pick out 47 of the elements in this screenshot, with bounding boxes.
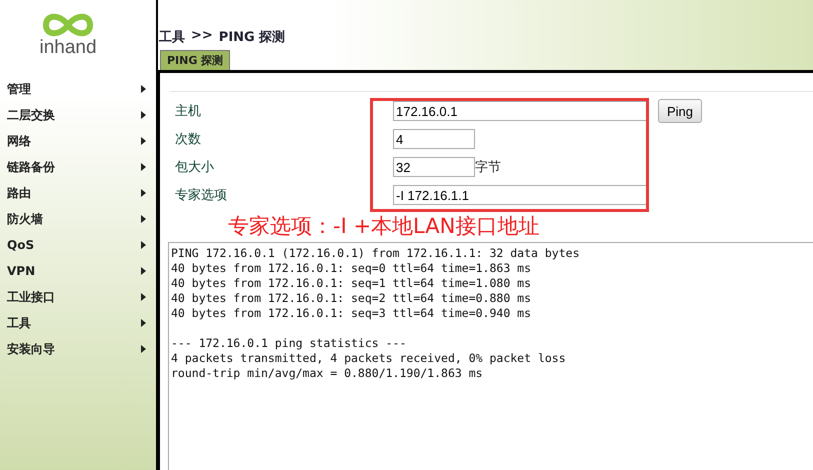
sidebar-item[interactable]: 网络 [0, 128, 156, 154]
breadcrumb-page: PING 探测 [218, 29, 286, 46]
input-field[interactable]: 172.16.0.1 [393, 101, 648, 121]
arrow-right-icon [141, 345, 146, 353]
field-label: 包大小 [175, 159, 215, 176]
input-field[interactable]: -I 172.16.1.1 [393, 185, 648, 205]
sidebar-item[interactable]: 工业接口 [0, 284, 156, 310]
arrow-right-icon [141, 111, 146, 119]
logo-text: inhand [39, 38, 97, 58]
output-line: 40 bytes from 172.16.0.1: seq=0 ttl=64 time=1.863 ms [171, 261, 532, 276]
arrow-right-icon [141, 137, 146, 145]
output-line: PING 172.16.0.1 (172.16.0.1) from 172.16.1.1: 32 data bytes [171, 246, 580, 261]
logo-icon [40, 12, 96, 38]
sidebar-item[interactable]: 安装向导 [0, 336, 156, 362]
arrow-right-icon [141, 163, 146, 171]
sidebar-item[interactable]: 防火墙 [0, 206, 156, 232]
unit-label: 字节 [475, 159, 501, 176]
input-field[interactable]: 4 [393, 129, 475, 149]
arrow-right-icon [141, 319, 146, 327]
arrow-right-icon [141, 267, 146, 275]
field-label: 专家选项 [175, 187, 228, 204]
output-line: round-trip min/avg/max = 0.880/1.190/1.863 ms [171, 366, 484, 381]
output-line: --- 172.16.0.1 ping statistics --- [171, 336, 408, 351]
ping-button[interactable]: Ping [658, 99, 702, 123]
input-field[interactable]: 32 [393, 157, 475, 177]
output-line: 40 bytes from 172.16.0.1: seq=2 ttl=64 time=0.880 ms [171, 291, 532, 306]
sidebar-item[interactable]: 路由 [0, 180, 156, 206]
output-line: 4 packets transmitted, 4 packets received, 0% packet loss [171, 351, 567, 366]
sidebar-item[interactable]: 链路备份 [0, 154, 156, 180]
arrow-right-icon [141, 215, 146, 223]
sidebar-item[interactable]: QoS [0, 232, 156, 258]
sidebar-item[interactable]: 工具 [0, 310, 156, 336]
arrow-right-icon [141, 241, 146, 249]
sidebar-item[interactable]: 管理 [0, 76, 156, 102]
sidebar-item[interactable]: VPN [0, 258, 156, 284]
output-line: 40 bytes from 172.16.0.1: seq=3 ttl=64 time=0.940 ms [171, 306, 532, 321]
output-line: 40 bytes from 172.16.0.1: seq=1 ttl=64 time=1.080 ms [171, 276, 532, 291]
arrow-right-icon [141, 189, 146, 197]
tab[interactable]: PING 探测 [160, 50, 230, 70]
breadcrumb-separator: >> [191, 28, 213, 45]
annotation-text: 专家选项：-I +本地LAN接口地址 [227, 213, 540, 240]
breadcrumb-section[interactable]: 工具 [159, 28, 185, 46]
field-label: 次数 [175, 131, 202, 148]
sidebar-item[interactable]: 二层交换 [0, 102, 156, 128]
arrow-right-icon [141, 293, 146, 301]
arrow-right-icon [141, 85, 146, 93]
field-label: 主机 [175, 103, 202, 120]
